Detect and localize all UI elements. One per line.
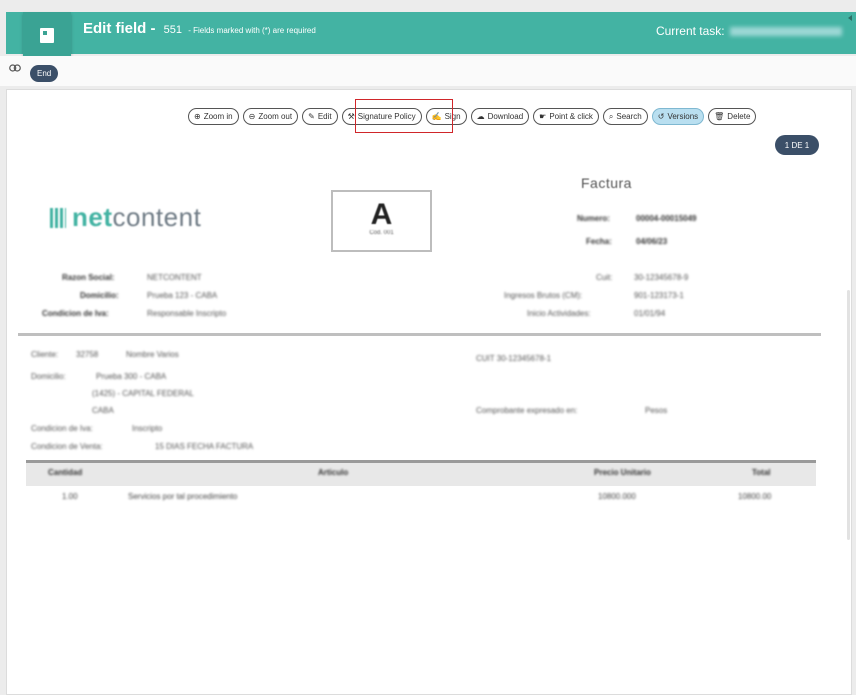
cliente-label: Cliente: xyxy=(31,350,59,359)
td-precio: 10800.000 xyxy=(598,492,636,501)
viewer-toolbar: ⊕ Zoom in ⊖ Zoom out ✎ Edit ⚒ Signature Poli… xyxy=(188,108,757,127)
delete-button[interactable]: 🗑 Delete xyxy=(708,108,757,125)
zoom-in-icon: ⊕ xyxy=(194,112,201,121)
cuit-label: Cuit: xyxy=(596,273,613,282)
zoom-out-icon: ⊖ xyxy=(248,112,256,121)
brand-logo: net content xyxy=(50,202,201,233)
moneda-value: Pesos xyxy=(645,406,668,415)
invoice-title: Factura xyxy=(581,175,632,191)
app-header: Edit field - 551 - Fields marked with (*… xyxy=(6,12,856,58)
iibb-value: 901-123173-1 xyxy=(634,291,684,300)
pointer-icon: ☛ xyxy=(539,112,547,121)
invoice-letter: A xyxy=(370,198,393,231)
cond-venta-value: 15 DIAS FECHA FACTURA xyxy=(155,442,254,451)
fecha-label: Fecha: xyxy=(586,237,612,246)
cliente-domicilio-label: Domicilio: xyxy=(31,372,66,381)
history-icon: ↺ xyxy=(657,112,665,121)
cliente-dom-line2: (1425) - CAPITAL FEDERAL xyxy=(92,389,194,398)
search-label: Search xyxy=(616,112,642,121)
delete-label: Delete xyxy=(727,112,751,121)
zoom-in-button[interactable]: ⊕ Zoom in xyxy=(188,108,239,125)
search-button[interactable]: ⌕ Search xyxy=(602,108,648,125)
edit-label: Edit xyxy=(317,112,332,121)
current-task: Current task: xyxy=(656,24,842,38)
current-task-label: Current task: xyxy=(655,24,725,38)
td-articulo: Servicios por tal procedimiento xyxy=(128,492,238,501)
cliente-cuit: CUIT 30-12345678-1 xyxy=(476,354,552,363)
field-number: 551 xyxy=(163,24,183,36)
versions-button[interactable]: ↺ Versions xyxy=(651,108,705,125)
title-text: Edit field - xyxy=(83,20,156,37)
razon-value: NETCONTENT xyxy=(147,273,202,282)
inicio-value: 01/01/94 xyxy=(634,309,666,318)
scrollbar[interactable] xyxy=(847,290,850,540)
numero-label: Numero: xyxy=(577,214,610,223)
trash-icon: 🗑 xyxy=(714,112,725,121)
invoice-letter-code: Cod. 001 xyxy=(369,230,394,236)
edit-button[interactable]: ✎ Edit xyxy=(302,108,338,125)
domicilio-value: Prueba 123 - CABA xyxy=(147,291,218,300)
download-label: Download xyxy=(487,112,524,121)
cond-iva-value: Inscripto xyxy=(132,424,163,433)
brand-mark-icon xyxy=(50,207,66,228)
cond-venta-label: Condicion de Venta: xyxy=(31,442,103,451)
condicion-iva-label: Condicion de Iva: xyxy=(42,309,109,318)
condicion-iva-value: Responsable Inscripto xyxy=(147,309,227,318)
document-icon xyxy=(23,12,71,58)
gavel-icon: ⚒ xyxy=(347,112,355,121)
cliente-dom-line3: CABA xyxy=(92,406,114,415)
moneda-label: Comprobante expresado en: xyxy=(476,406,578,415)
numero-value: 00004-00015049 xyxy=(636,214,697,223)
td-cantidad: 1.00 xyxy=(62,492,78,501)
cliente-name: Nombre Varios xyxy=(126,350,179,359)
fecha-value: 04/06/23 xyxy=(636,237,668,246)
iibb-label: Ingresos Brutos (CM): xyxy=(504,291,583,300)
collapse-arrow-icon[interactable] xyxy=(848,15,852,21)
cliente-code: 32758 xyxy=(76,350,99,359)
sub-toolbar xyxy=(0,56,856,86)
pencil-icon: ✎ xyxy=(308,112,315,121)
point-click-button[interactable]: ☛ Point & click xyxy=(533,108,599,125)
page-indicator: 1 DE 1 xyxy=(775,135,819,155)
zoom-in-label: Zoom in xyxy=(203,112,233,121)
th-articulo: Articulo xyxy=(318,468,349,477)
end-badge[interactable]: End xyxy=(30,65,59,82)
divider xyxy=(18,333,821,336)
signature-policy-highlight xyxy=(355,99,453,133)
razon-label: Razon Social: xyxy=(62,273,115,282)
page-title: Edit field - 551 - Fields marked with (*… xyxy=(83,20,316,37)
td-total: 10800.00 xyxy=(738,492,772,501)
th-precio: Precio Unitario xyxy=(594,468,651,477)
cond-iva-label: Condicion de Iva: xyxy=(31,424,93,433)
versions-label: Versions xyxy=(667,112,699,121)
th-total: Total xyxy=(752,468,771,477)
th-cantidad: Cantidad xyxy=(48,468,83,477)
inicio-label: Inicio Actividades: xyxy=(527,309,591,318)
zoom-out-button[interactable]: ⊖ Zoom out xyxy=(242,108,299,125)
link-icon[interactable] xyxy=(9,64,21,72)
cliente-dom-line1: Prueba 300 - CABA xyxy=(96,372,167,381)
search-icon: ⌕ xyxy=(608,111,614,121)
brand-net: net xyxy=(72,202,113,232)
current-task-value xyxy=(730,27,842,37)
required-note: - Fields marked with (*) are required xyxy=(188,26,316,35)
brand-content: content xyxy=(112,202,202,232)
point-click-label: Point & click xyxy=(549,112,593,121)
items-table-header xyxy=(26,460,816,486)
zoom-out-label: Zoom out xyxy=(258,112,293,121)
cuit-value: 30-12345678-9 xyxy=(634,273,689,282)
domicilio-label: Domicilio: xyxy=(80,291,119,300)
cloud-download-icon: ☁ xyxy=(476,112,485,121)
download-button[interactable]: ☁ Download xyxy=(470,108,530,125)
invoice-letter-box: A Cod. 001 xyxy=(331,190,432,252)
